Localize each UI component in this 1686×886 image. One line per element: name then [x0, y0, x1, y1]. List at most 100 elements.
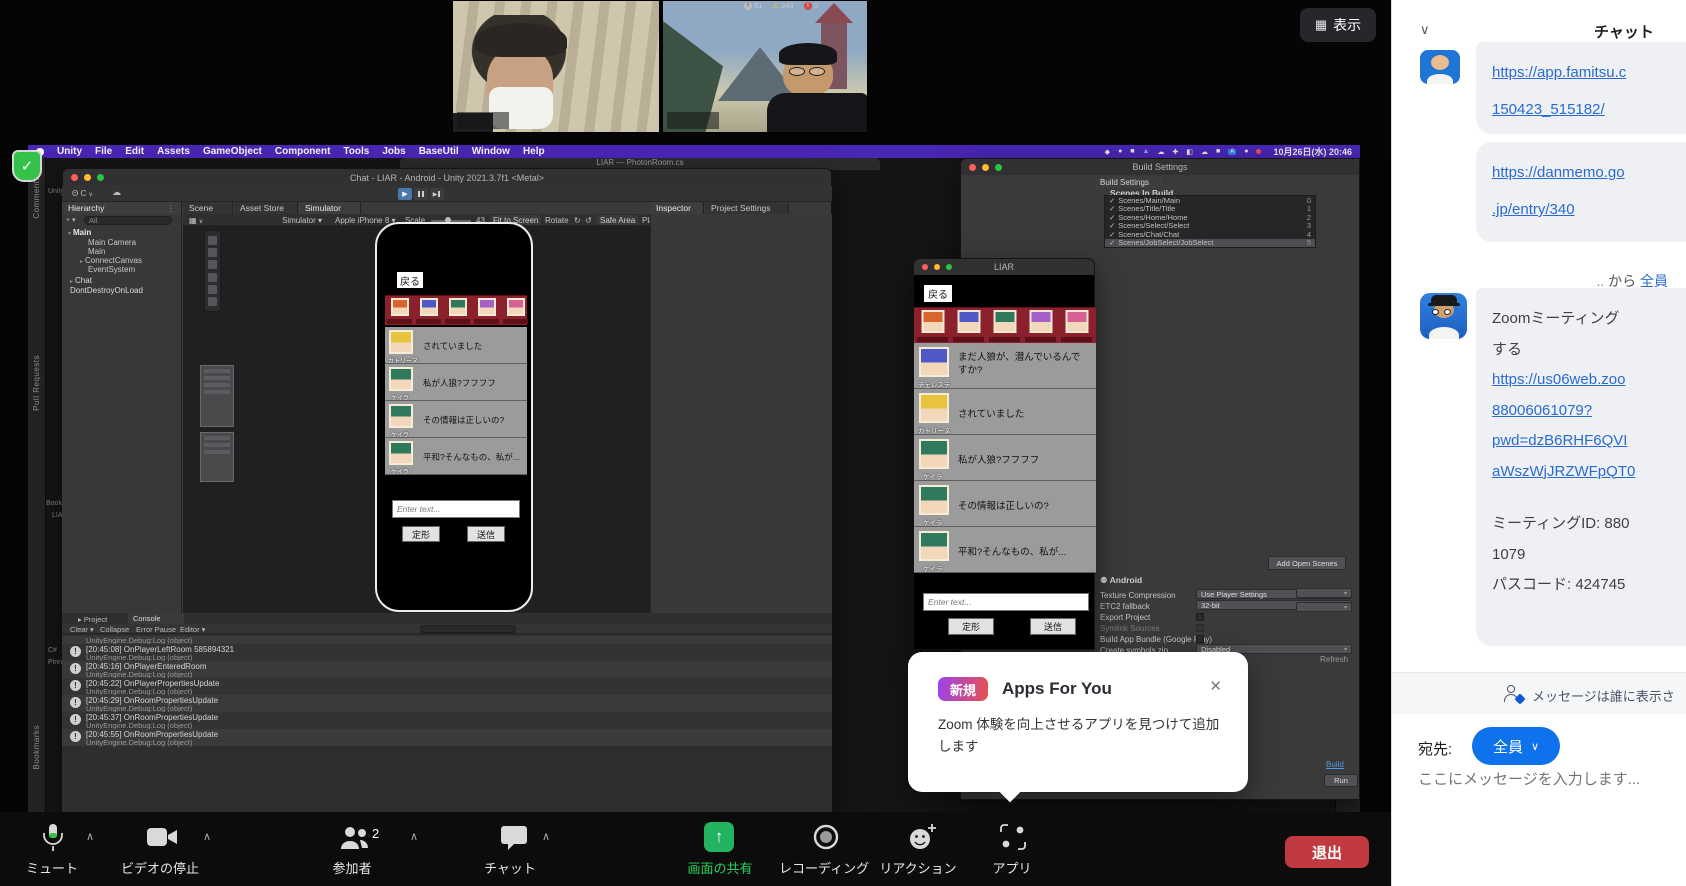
liar-send-button[interactable]: 送信	[1030, 618, 1076, 635]
chat-options-caret[interactable]: ∧	[542, 830, 550, 843]
record-label[interactable]: レコーディング	[779, 858, 869, 877]
microphone-icon[interactable]	[38, 822, 68, 856]
video-camera-icon[interactable]	[145, 824, 183, 852]
console-editor-dropdown[interactable]: Editor ▾	[180, 625, 205, 634]
console-log-row[interactable]: ! [20:45:22] OnPlayerPropertiesUpdateUni…	[62, 678, 832, 695]
scene-row[interactable]: ✓Scenes/Home/Home2	[1105, 213, 1315, 222]
stop-video-label[interactable]: ビデオの停止	[115, 858, 205, 877]
hierarchy-item-main-camera[interactable]: Main Camera	[88, 238, 136, 247]
view-button[interactable]: ▦ 表示	[1300, 8, 1376, 42]
liar-portrait-5[interactable]	[1060, 310, 1093, 337]
play-unfocused-dropdown[interactable]: Play Unfocused ▾	[642, 216, 650, 225]
sim-send-button[interactable]: 送信	[467, 526, 505, 542]
unity-traffic-lights[interactable]	[71, 174, 104, 181]
build-settings-dropdown[interactable]: ▾	[1296, 588, 1352, 598]
sim-portrait-5[interactable]	[502, 298, 529, 319]
console-search-input[interactable]	[420, 625, 516, 633]
scene-row[interactable]: ✓Scenes/Title/Title1	[1105, 205, 1315, 214]
apps-label[interactable]: アプリ	[967, 858, 1057, 877]
hierarchy-item-main-scene[interactable]: ▾Main	[68, 228, 91, 237]
leave-meeting-button[interactable]: 退出	[1285, 836, 1369, 868]
liar-portrait-2[interactable]	[952, 310, 985, 337]
refresh-label[interactable]: Refresh	[1320, 655, 1348, 664]
liar-portrait-3[interactable]	[988, 310, 1021, 337]
tab-simulator[interactable]: Simulator	[299, 202, 361, 214]
hierarchy-menu-icon[interactable]: ⋮	[167, 203, 176, 214]
rotate-cw-button[interactable]: ↻	[574, 216, 581, 225]
chat-link[interactable]: .jp/entry/340	[1492, 201, 1575, 218]
tab-asset-store[interactable]: Asset Store	[234, 202, 298, 214]
run-button[interactable]: Run	[1324, 774, 1358, 787]
scene-row-selected[interactable]: ✓Scenes/JobSelect/JobSelect5	[1105, 239, 1315, 248]
chat-panel-collapse-icon[interactable]: ∨	[1420, 22, 1430, 38]
chat-link[interactable]: 88006061079?	[1492, 402, 1592, 419]
video-feed-participant-2[interactable]	[662, 0, 868, 133]
scene-tool-strip[interactable]	[204, 230, 221, 312]
device-dropdown[interactable]: Apple iPhone 8 ▾	[335, 216, 396, 225]
liar-chat-input[interactable]	[923, 593, 1089, 611]
unity-pause-button[interactable]	[414, 188, 428, 200]
menu-tools[interactable]: Tools	[343, 146, 369, 157]
hierarchy-search-input[interactable]: All	[84, 216, 172, 225]
chat-message-input[interactable]	[1418, 771, 1668, 788]
sim-chat-input[interactable]	[392, 500, 520, 518]
sim-preset-button[interactable]: 定形	[402, 526, 440, 542]
console-collapse-toggle[interactable]: Collapse	[100, 625, 129, 634]
liar-preset-button[interactable]: 定形	[948, 618, 994, 635]
sim-portrait-2[interactable]	[415, 298, 442, 319]
unity-cloud-icon[interactable]: ☁	[112, 187, 121, 198]
unity-play-button[interactable]: ▶	[398, 188, 412, 200]
liar-portrait-4[interactable]	[1024, 310, 1057, 337]
record-icon[interactable]	[811, 822, 841, 852]
scene-row[interactable]: ✓Scenes/Select/Select3	[1105, 222, 1315, 231]
sim-portrait-1[interactable]	[386, 298, 413, 319]
symlink-sources-checkbox[interactable]	[1196, 624, 1204, 632]
safe-area-button[interactable]: Safe Area	[597, 215, 638, 225]
console-info-count[interactable]: !61	[744, 1, 762, 10]
console-clear-button[interactable]: Clear ▾	[70, 625, 94, 634]
unity-titlebar[interactable]: Chat - LIAR - Android - Unity 2021.3.7f1…	[63, 169, 831, 187]
tab-hierarchy[interactable]: Hierarchy⋮	[62, 202, 182, 214]
add-open-scenes-button[interactable]: Add Open Scenes	[1268, 556, 1346, 570]
sim-portrait-4[interactable]	[473, 298, 500, 319]
participants-icon[interactable]	[338, 824, 372, 852]
hierarchy-item-connectcanvas[interactable]: ▸ConnectCanvas	[80, 256, 142, 265]
console-warning-count[interactable]: ⚠243	[772, 1, 794, 10]
menu-help[interactable]: Help	[523, 146, 545, 157]
simulator-dropdown[interactable]: Simulator ▾	[282, 216, 322, 225]
scene-grid-button[interactable]: ▦ ∨	[189, 216, 203, 225]
console-error-pause-toggle[interactable]: Error Pause	[136, 625, 176, 634]
chat-label[interactable]: チャット	[465, 858, 555, 877]
rotate-ccw-button[interactable]: ↺	[585, 216, 592, 225]
build-app-bundle-checkbox[interactable]	[1196, 635, 1204, 643]
participants-options-caret[interactable]: ∧	[410, 830, 418, 843]
recipient-selector[interactable]: 全員 ∨	[1472, 727, 1560, 765]
popup-close-icon[interactable]: ✕	[1209, 677, 1222, 695]
build-settings-tab[interactable]: Build Settings	[1096, 176, 1162, 188]
chat-link[interactable]: https://app.famitsu.c	[1492, 64, 1626, 81]
chat-link[interactable]: 150423_515182/	[1492, 101, 1605, 118]
participants-label[interactable]: 参加者	[307, 858, 397, 877]
video-feed-participant-1[interactable]	[452, 0, 660, 133]
console-log-row[interactable]: ! [20:45:37] OnRoomPropertiesUpdateUnity…	[62, 712, 832, 729]
console-log-row[interactable]: ! [20:45:29] OnRoomPropertiesUpdateUnity…	[62, 695, 832, 712]
console-log-row[interactable]: UnityEngine.Debug:Log (object)	[62, 636, 832, 644]
meta-everyone-link[interactable]: 全員	[1640, 273, 1668, 289]
mute-label[interactable]: ミュート	[7, 858, 97, 877]
chat-bubble-icon[interactable]	[500, 824, 530, 854]
chat-link[interactable]: aWszWjJRZWFpQT0	[1492, 463, 1635, 480]
liar-back-button[interactable]: 戻る	[924, 285, 952, 302]
hierarchy-item-eventsystem[interactable]: EventSystem	[88, 265, 135, 274]
apps-icon[interactable]	[998, 822, 1028, 852]
liar-portrait-1[interactable]	[916, 310, 949, 337]
menu-edit[interactable]: Edit	[125, 146, 144, 157]
export-project-checkbox[interactable]	[1196, 613, 1204, 621]
build-settings-traffic-lights[interactable]	[969, 164, 1002, 171]
hierarchy-item-chat-scene[interactable]: ▸Chat	[70, 276, 92, 285]
sim-portrait-3[interactable]	[444, 298, 471, 319]
menu-baseutil[interactable]: BaseUtil	[419, 146, 459, 157]
menu-component[interactable]: Component	[275, 146, 331, 157]
sim-back-button[interactable]: 戻る	[397, 272, 423, 288]
tab-console[interactable]: Console	[128, 613, 184, 624]
dock-bookmarks-label[interactable]: Bookmarks	[32, 725, 41, 770]
